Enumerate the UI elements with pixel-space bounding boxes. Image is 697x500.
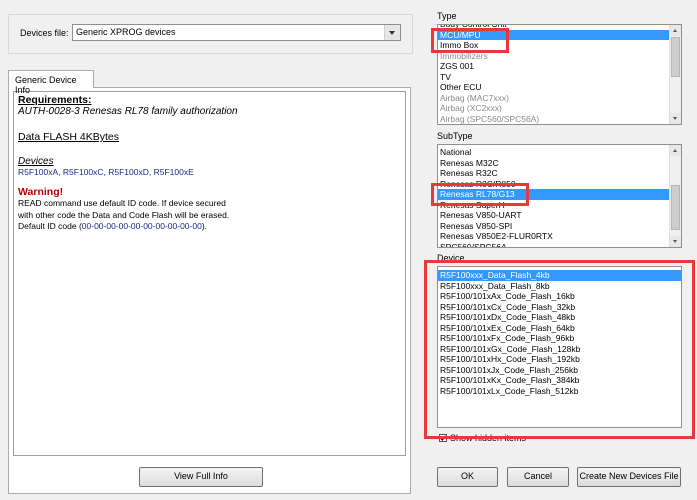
type-scrollbar[interactable] (669, 25, 681, 124)
scroll-up-icon[interactable] (670, 145, 681, 156)
cancel-label: Cancel (523, 471, 552, 481)
requirements-heading: Requirements: (18, 94, 92, 106)
devices-file-select[interactable]: Generic XPROG devices (72, 24, 401, 41)
scroll-up-icon[interactable] (670, 25, 681, 36)
scroll-thumb[interactable] (671, 185, 680, 230)
warning-heading: Warning! (18, 186, 64, 198)
requirement-line: AUTH-0028-3 Renesas RL78 family authoriz… (18, 106, 238, 117)
subtype-list-item[interactable]: Renesas RL78/G13 (438, 189, 681, 200)
warning-line-3: Default ID code (00-00-00-00-00-00-00-00… (18, 221, 401, 233)
check-icon (440, 435, 446, 441)
type-list-item[interactable]: Immo Box (438, 40, 681, 51)
type-list-item[interactable]: ZGS 001 (438, 61, 681, 72)
devices-file-label: Devices file: (20, 28, 69, 38)
type-list-item[interactable]: Airbag (SPC560/SPC56A) (438, 114, 681, 125)
subtype-list[interactable]: National Renesas M32C Renesas R32C Renesas … (437, 144, 682, 248)
subtype-list-item[interactable]: Renesas V850-UART (438, 210, 681, 221)
scroll-thumb[interactable] (671, 37, 680, 77)
subtype-label: SubType (437, 131, 473, 141)
subtype-list-item[interactable]: SPC560/SPC56A (438, 242, 681, 248)
subtype-scrollbar[interactable] (669, 145, 681, 247)
type-list-item[interactable]: Airbag (XC2xxx) (438, 103, 681, 114)
device-info-text: Requirements: AUTH-0028-3 Renesas RL78 f… (13, 91, 406, 456)
device-list-item[interactable]: R5F100/101xFx_Code_Flash_96kb (438, 333, 681, 344)
device-list-item[interactable]: R5F100/101xJx_Code_Flash_256kb (438, 365, 681, 376)
warning-line-3-prefix: Default ID code ( (18, 221, 82, 231)
subtype-list-item[interactable]: Renesas V850-SPI (438, 221, 681, 232)
devices-list: R5F100xA, R5F100xC, R5F100xD, R5F100xE (18, 167, 194, 177)
device-list-item[interactable]: R5F100/101xAx_Code_Flash_16kb (438, 291, 681, 302)
show-hidden-label: Show hidden items (450, 433, 527, 443)
warning-line-3-suffix: ). (201, 221, 208, 231)
ok-label: OK (460, 471, 474, 481)
type-list-item[interactable]: Airbag (MAC7xxx) (438, 93, 681, 104)
device-label: Device (437, 253, 465, 263)
ok-button[interactable]: OK (437, 467, 498, 487)
subtype-list-item[interactable]: National (438, 147, 681, 158)
device-list-item[interactable]: R5F100/101xEx_Code_Flash_64kb (438, 323, 681, 334)
warning-line-1: READ command use default ID code. If dev… (18, 198, 226, 208)
device-list-item[interactable]: R5F100/101xKx_Code_Flash_384kb (438, 375, 681, 386)
type-label: Type (437, 11, 457, 21)
subtype-list-item[interactable]: Renesas M32C (438, 158, 681, 169)
device-list-item[interactable]: R5F100xxx_Data_Flash_4kb (438, 270, 681, 281)
subtype-list-item[interactable]: Renesas V850E2-FLUR0RTX (438, 231, 681, 242)
device-list-item[interactable]: R5F100/101xLx_Code_Flash_512kb (438, 386, 681, 397)
devices-file-value: Generic XPROG devices (76, 27, 176, 37)
device-list-item[interactable]: R5F100/101xCx_Code_Flash_32kb (438, 302, 681, 313)
chevron-down-icon[interactable] (384, 25, 400, 40)
type-list-item[interactable]: Immobilizers (438, 51, 681, 62)
tab-label: Generic Device Info (15, 75, 77, 95)
view-full-info-label: View Full Info (174, 471, 228, 481)
show-hidden-checkbox[interactable] (439, 434, 447, 442)
tab-generic-device-info[interactable]: Generic Device Info (8, 70, 94, 95)
subtype-list-item[interactable]: Renesas R8C/R850 (438, 179, 681, 190)
warning-line-2: with other code the Data and Code Flash … (18, 209, 230, 220)
device-list-item[interactable]: R5F100xxx_Data_Flash_8kb (438, 281, 681, 292)
devices-heading: Devices (18, 156, 54, 167)
cancel-button[interactable]: Cancel (507, 467, 569, 487)
type-list[interactable]: Body Control Unit MCU/MPU Immo Box Immobili… (437, 24, 682, 125)
create-new-devices-file-button[interactable]: Create New Devices File (577, 467, 681, 487)
scroll-down-icon[interactable] (670, 113, 681, 124)
device-list[interactable]: R5F100xxx_Data_Flash_4kb R5F100xxx_Data_F… (437, 266, 682, 428)
subtype-list-item[interactable]: Renesas SuperH (438, 200, 681, 211)
device-list-item[interactable]: R5F100/101xDx_Code_Flash_48kb (438, 312, 681, 323)
subtype-list-item[interactable]: Renesas R32C (438, 168, 681, 179)
data-flash-line: Data FLASH 4KBytes (18, 131, 119, 143)
default-id-code: 00-00-00-00-00-00-00-00-00-00 (81, 221, 202, 231)
type-list-item[interactable]: Other ECU (438, 82, 681, 93)
create-new-label: Create New Devices File (579, 471, 679, 481)
view-full-info-button[interactable]: View Full Info (139, 467, 263, 487)
type-list-item[interactable]: TV (438, 72, 681, 83)
type-list-item[interactable]: MCU/MPU (438, 29, 681, 40)
device-list-item[interactable]: R5F100/101xHx_Code_Flash_192kb (438, 354, 681, 365)
device-list-item[interactable]: R5F100/101xGx_Code_Flash_128kb (438, 344, 681, 355)
scroll-down-icon[interactable] (670, 236, 681, 247)
